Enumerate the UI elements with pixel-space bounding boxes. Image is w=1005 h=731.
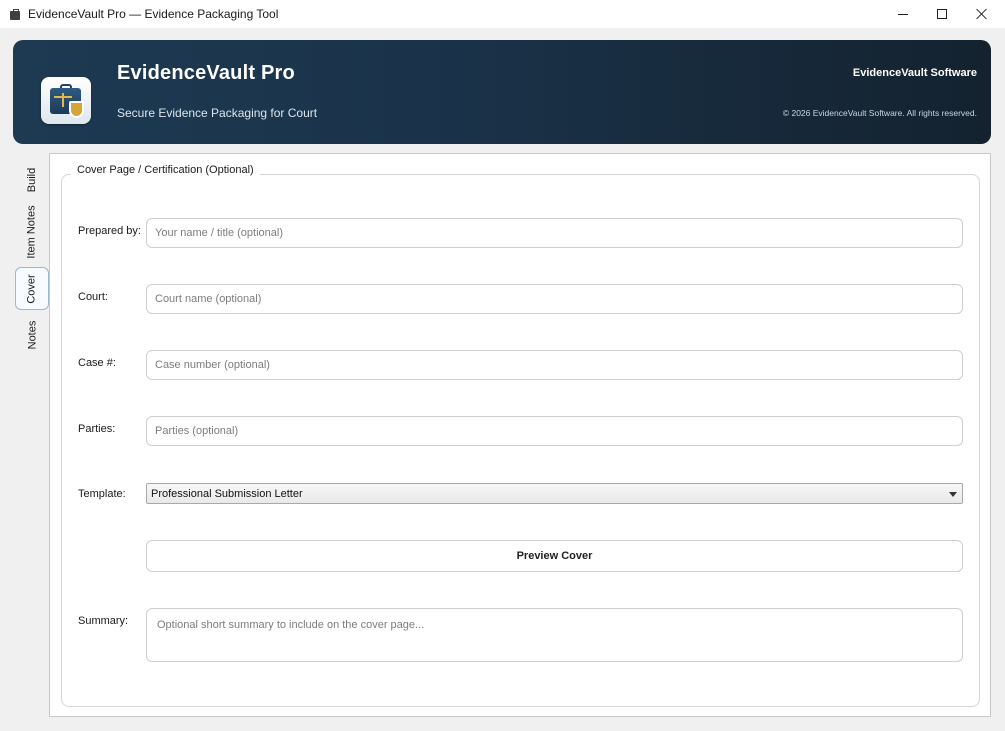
tab-build[interactable]: Build bbox=[15, 159, 49, 201]
tab-cover-label: Cover bbox=[26, 273, 38, 304]
minimize-icon bbox=[898, 13, 908, 15]
tab-notes[interactable]: Notes bbox=[15, 315, 49, 355]
template-label: Template: bbox=[78, 488, 126, 500]
cover-tab-panel: Cover Page / Certification (Optional) Pr… bbox=[49, 153, 991, 717]
window-title-bar[interactable]: EvidenceVault Pro — Evidence Packaging T… bbox=[0, 0, 1005, 28]
template-selected-value: Professional Submission Letter bbox=[151, 487, 303, 500]
parties-label: Parties: bbox=[78, 423, 116, 435]
case-number-input[interactable] bbox=[146, 350, 963, 380]
tab-build-label: Build bbox=[26, 167, 38, 193]
window-title: EvidenceVault Pro — Evidence Packaging T… bbox=[28, 7, 279, 21]
court-label: Court: bbox=[78, 291, 108, 303]
prepared-by-label: Prepared by: bbox=[78, 225, 141, 237]
prepared-by-input[interactable] bbox=[146, 218, 963, 248]
close-button[interactable] bbox=[959, 0, 1005, 28]
summary-textarea[interactable] bbox=[146, 608, 963, 662]
tab-notes-label: Notes bbox=[26, 320, 38, 350]
app-tagline: Secure Evidence Packaging for Court bbox=[117, 106, 318, 120]
company-name: EvidenceVault Software bbox=[852, 67, 977, 79]
summary-label: Summary: bbox=[78, 615, 129, 627]
preview-cover-button[interactable]: Preview Cover bbox=[146, 540, 963, 572]
case-number-label: Case #: bbox=[78, 357, 116, 369]
chevron-down-icon bbox=[949, 492, 957, 497]
court-input[interactable] bbox=[146, 284, 963, 314]
close-icon bbox=[976, 8, 988, 20]
parties-input[interactable] bbox=[146, 416, 963, 446]
template-dropdown[interactable]: Professional Submission Letter bbox=[146, 483, 963, 504]
group-title: Cover Page / Certification (Optional) bbox=[71, 164, 260, 176]
briefcase-scales-shield-icon bbox=[41, 77, 91, 124]
briefcase-icon bbox=[10, 8, 20, 20]
tab-item-notes[interactable]: Item Notes bbox=[15, 201, 49, 263]
maximize-icon bbox=[937, 9, 947, 19]
copyright-text: © 2026 EvidenceVault Software. All right… bbox=[782, 108, 977, 118]
tab-cover[interactable]: Cover bbox=[15, 267, 49, 310]
app-name: EvidenceVault Pro bbox=[117, 62, 295, 84]
tab-item-notes-label: Item Notes bbox=[26, 205, 38, 259]
header-banner: EvidenceVault Pro Secure Evidence Packag… bbox=[13, 40, 991, 144]
